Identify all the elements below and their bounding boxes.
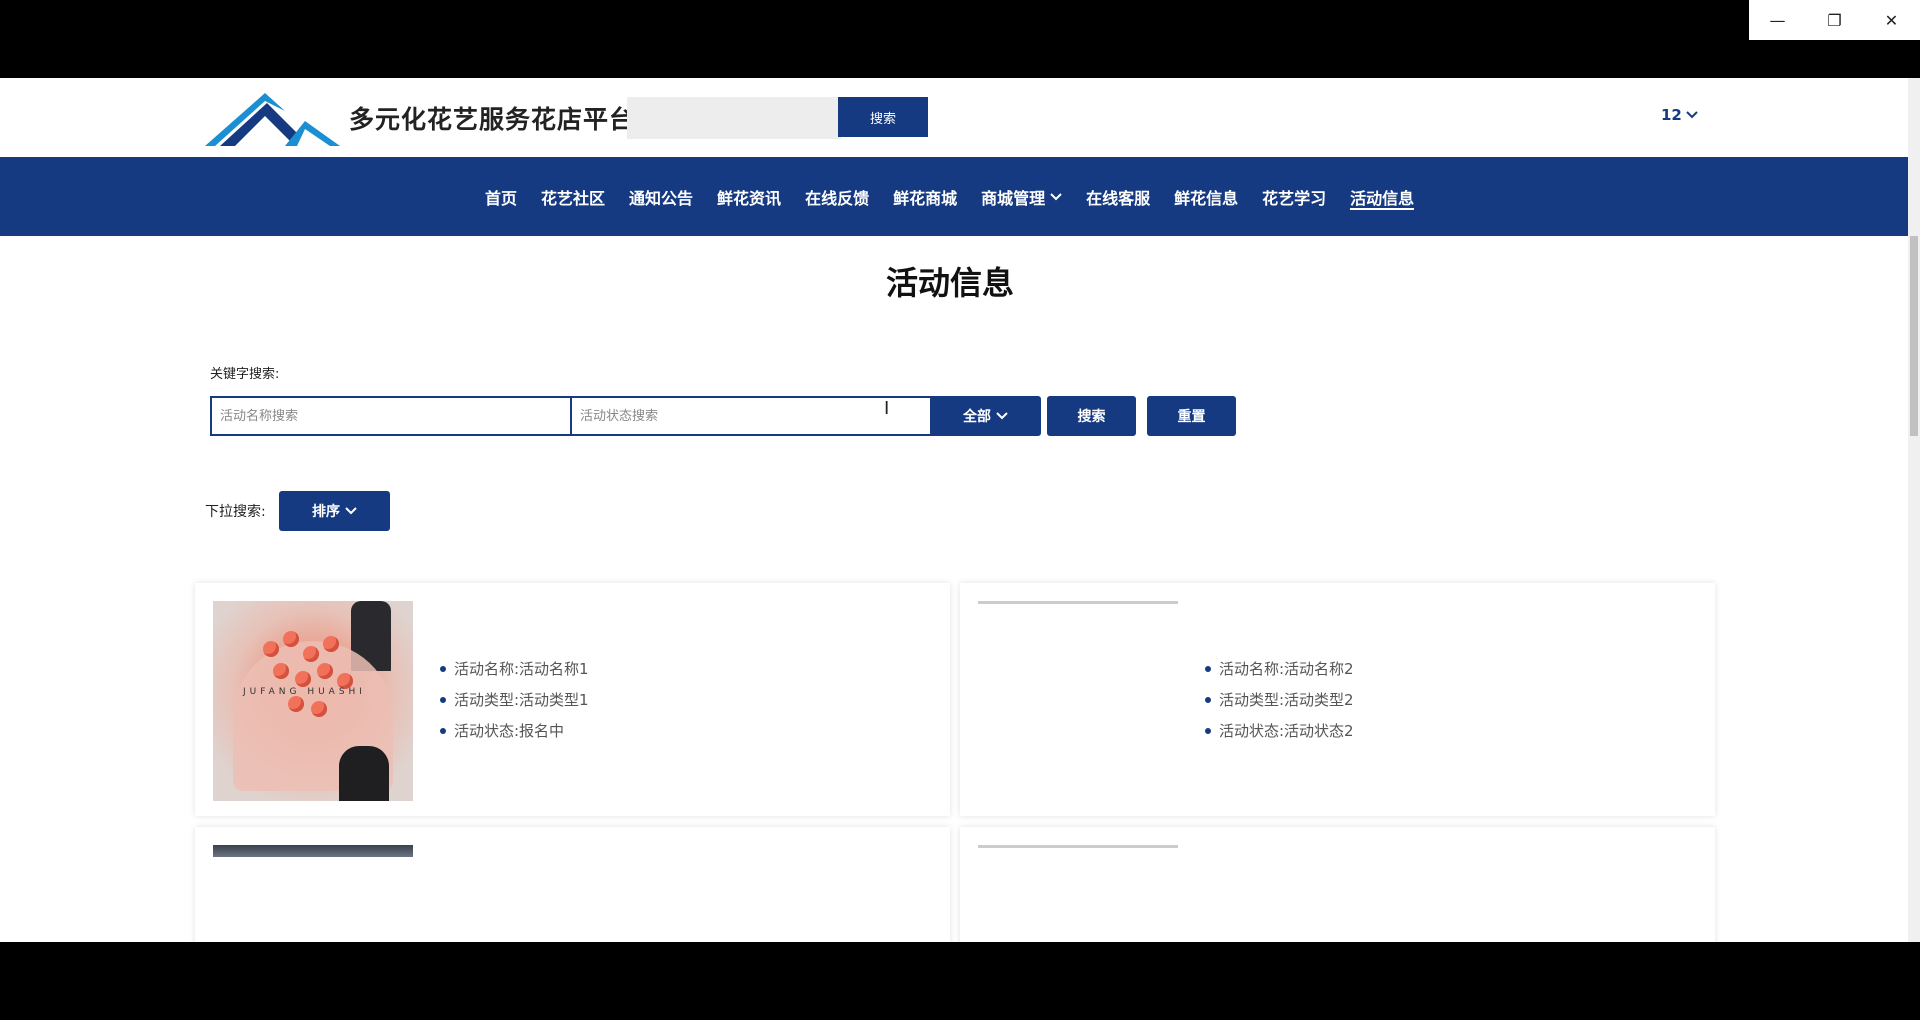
chevron-down-icon bbox=[996, 412, 1008, 420]
nav-label: 商城管理 bbox=[981, 188, 1046, 208]
nav-label: 活动信息 bbox=[1350, 188, 1415, 208]
activity-type: 活动类型:活动类型1 bbox=[454, 691, 589, 709]
activity-card[interactable]: JUFANG HUASHI 活动名称:活动名称1 活动类型:活动类型1 活动状态… bbox=[195, 583, 950, 816]
filter-all-dropdown[interactable]: 全部 bbox=[930, 396, 1041, 436]
bullet-icon bbox=[1205, 727, 1211, 734]
nav-label: 通知公告 bbox=[629, 188, 694, 208]
site-title: 多元化花艺服务花店平台 bbox=[349, 105, 636, 134]
sort-label: 排序 bbox=[312, 504, 340, 520]
flower-bloom bbox=[311, 701, 327, 717]
page-scrollbar[interactable] bbox=[1908, 78, 1920, 942]
activity-status: 活动状态:报名中 bbox=[454, 722, 565, 740]
user-menu[interactable]: 12 bbox=[1661, 106, 1698, 124]
activity-card[interactable] bbox=[960, 827, 1715, 942]
bullet-icon bbox=[440, 696, 446, 703]
scrollbar-thumb[interactable] bbox=[1910, 236, 1918, 436]
activity-image[interactable] bbox=[978, 845, 1178, 851]
bullet-icon bbox=[440, 665, 446, 672]
activity-status-search-input[interactable] bbox=[570, 396, 937, 436]
flower-bloom bbox=[323, 636, 339, 652]
activity-card[interactable]: 活动名称:活动名称2 活动类型:活动类型2 活动状态:活动状态2 bbox=[960, 583, 1715, 816]
flower-bloom bbox=[317, 663, 333, 679]
activity-name-search-input[interactable] bbox=[210, 396, 577, 436]
bullet-icon bbox=[440, 727, 446, 734]
activity-image[interactable]: JUFANG HUASHI bbox=[213, 601, 413, 801]
flower-bloom bbox=[263, 641, 279, 657]
main-navbar: 首页 花艺社区 通知公告 鲜花资讯 在线反馈 鲜花商城 商城管理 在线客服 鲜花… bbox=[0, 157, 1908, 236]
activity-details: 活动名称:活动名称1 活动类型:活动类型1 活动状态:报名中 bbox=[440, 658, 589, 751]
list-item: 活动名称:活动名称1 bbox=[440, 658, 589, 679]
nav-items: 首页 花艺社区 通知公告 鲜花资讯 在线反馈 鲜花商城 商城管理 在线客服 鲜花… bbox=[485, 157, 1438, 236]
nav-label: 鲜花信息 bbox=[1174, 188, 1239, 208]
nav-label: 首页 bbox=[485, 188, 518, 208]
nav-label: 鲜花商城 bbox=[893, 188, 958, 208]
window-controls: — ❐ ✕ bbox=[1749, 0, 1920, 40]
activity-image[interactable] bbox=[978, 601, 1178, 607]
chevron-down-icon bbox=[1686, 111, 1698, 119]
nav-item-learning[interactable]: 花艺学习 bbox=[1262, 157, 1326, 236]
nav-item-feedback[interactable]: 在线反馈 bbox=[805, 157, 869, 236]
browser-viewport: 多元化花艺服务花店平台 搜索 12 首页 花艺社区 通知公告 鲜花资讯 在线反馈… bbox=[0, 78, 1920, 942]
nav-item-mall-management[interactable]: 商城管理 bbox=[981, 157, 1062, 236]
nav-item-home[interactable]: 首页 bbox=[485, 157, 517, 236]
text-cursor-icon: I bbox=[884, 398, 890, 419]
bullet-icon bbox=[1205, 665, 1211, 672]
header-search-button[interactable]: 搜索 bbox=[838, 97, 928, 137]
nav-item-community[interactable]: 花艺社区 bbox=[541, 157, 605, 236]
flower-bloom bbox=[295, 671, 311, 687]
activity-status: 活动状态:活动状态2 bbox=[1219, 722, 1354, 740]
window-bottom-area bbox=[0, 942, 1920, 1020]
search-button[interactable]: 搜索 bbox=[1047, 396, 1136, 436]
list-item: 活动名称:活动名称2 bbox=[1205, 658, 1354, 679]
list-item: 活动状态:报名中 bbox=[440, 720, 589, 741]
page-title: 活动信息 bbox=[885, 264, 1014, 302]
activity-image[interactable] bbox=[213, 845, 413, 857]
nav-item-news[interactable]: 鲜花资讯 bbox=[717, 157, 781, 236]
hand-shape bbox=[339, 746, 389, 801]
close-icon[interactable]: ✕ bbox=[1863, 0, 1920, 40]
filter-all-label: 全部 bbox=[963, 409, 991, 425]
dropdown-search-label: 下拉搜索: bbox=[205, 504, 266, 520]
nav-item-flower-info[interactable]: 鲜花信息 bbox=[1174, 157, 1238, 236]
user-label: 12 bbox=[1661, 106, 1682, 124]
list-item: 活动类型:活动类型2 bbox=[1205, 689, 1354, 710]
chevron-down-icon bbox=[345, 507, 357, 515]
window-titlebar: — ❐ ✕ bbox=[0, 0, 1920, 78]
activity-name: 活动名称:活动名称1 bbox=[454, 660, 589, 678]
flower-bloom bbox=[288, 696, 304, 712]
chevron-down-icon bbox=[1050, 192, 1062, 200]
activity-card[interactable] bbox=[195, 827, 950, 942]
nav-item-mall[interactable]: 鲜花商城 bbox=[893, 157, 957, 236]
nav-label: 鲜花资讯 bbox=[717, 188, 782, 208]
header-search-input[interactable] bbox=[627, 97, 841, 139]
flower-bloom bbox=[283, 631, 299, 647]
nav-label: 花艺社区 bbox=[541, 188, 606, 208]
nav-label: 在线客服 bbox=[1086, 188, 1151, 208]
reset-button[interactable]: 重置 bbox=[1147, 396, 1236, 436]
flower-bloom bbox=[273, 663, 289, 679]
flower-bloom bbox=[303, 646, 319, 662]
sort-dropdown[interactable]: 排序 bbox=[279, 491, 390, 531]
list-item: 活动类型:活动类型1 bbox=[440, 689, 589, 710]
nav-item-activities[interactable]: 活动信息 bbox=[1350, 157, 1415, 236]
activity-details: 活动名称:活动名称2 活动类型:活动类型2 活动状态:活动状态2 bbox=[1205, 658, 1354, 751]
minimize-icon[interactable]: — bbox=[1749, 0, 1806, 40]
ribbon-text: JUFANG HUASHI bbox=[243, 687, 393, 697]
nav-item-notices[interactable]: 通知公告 bbox=[629, 157, 693, 236]
restore-icon[interactable]: ❐ bbox=[1806, 0, 1863, 40]
nav-item-customer-service[interactable]: 在线客服 bbox=[1086, 157, 1150, 236]
mountain-logo-icon[interactable] bbox=[205, 91, 340, 146]
activity-type: 活动类型:活动类型2 bbox=[1219, 691, 1354, 709]
activity-name: 活动名称:活动名称2 bbox=[1219, 660, 1354, 678]
nav-label: 在线反馈 bbox=[805, 188, 870, 208]
keyword-search-label: 关键字搜索: bbox=[210, 367, 280, 382]
site-header: 多元化花艺服务花店平台 搜索 12 bbox=[0, 78, 1908, 157]
list-item: 活动状态:活动状态2 bbox=[1205, 720, 1354, 741]
bullet-icon bbox=[1205, 696, 1211, 703]
nav-label: 花艺学习 bbox=[1262, 188, 1327, 208]
